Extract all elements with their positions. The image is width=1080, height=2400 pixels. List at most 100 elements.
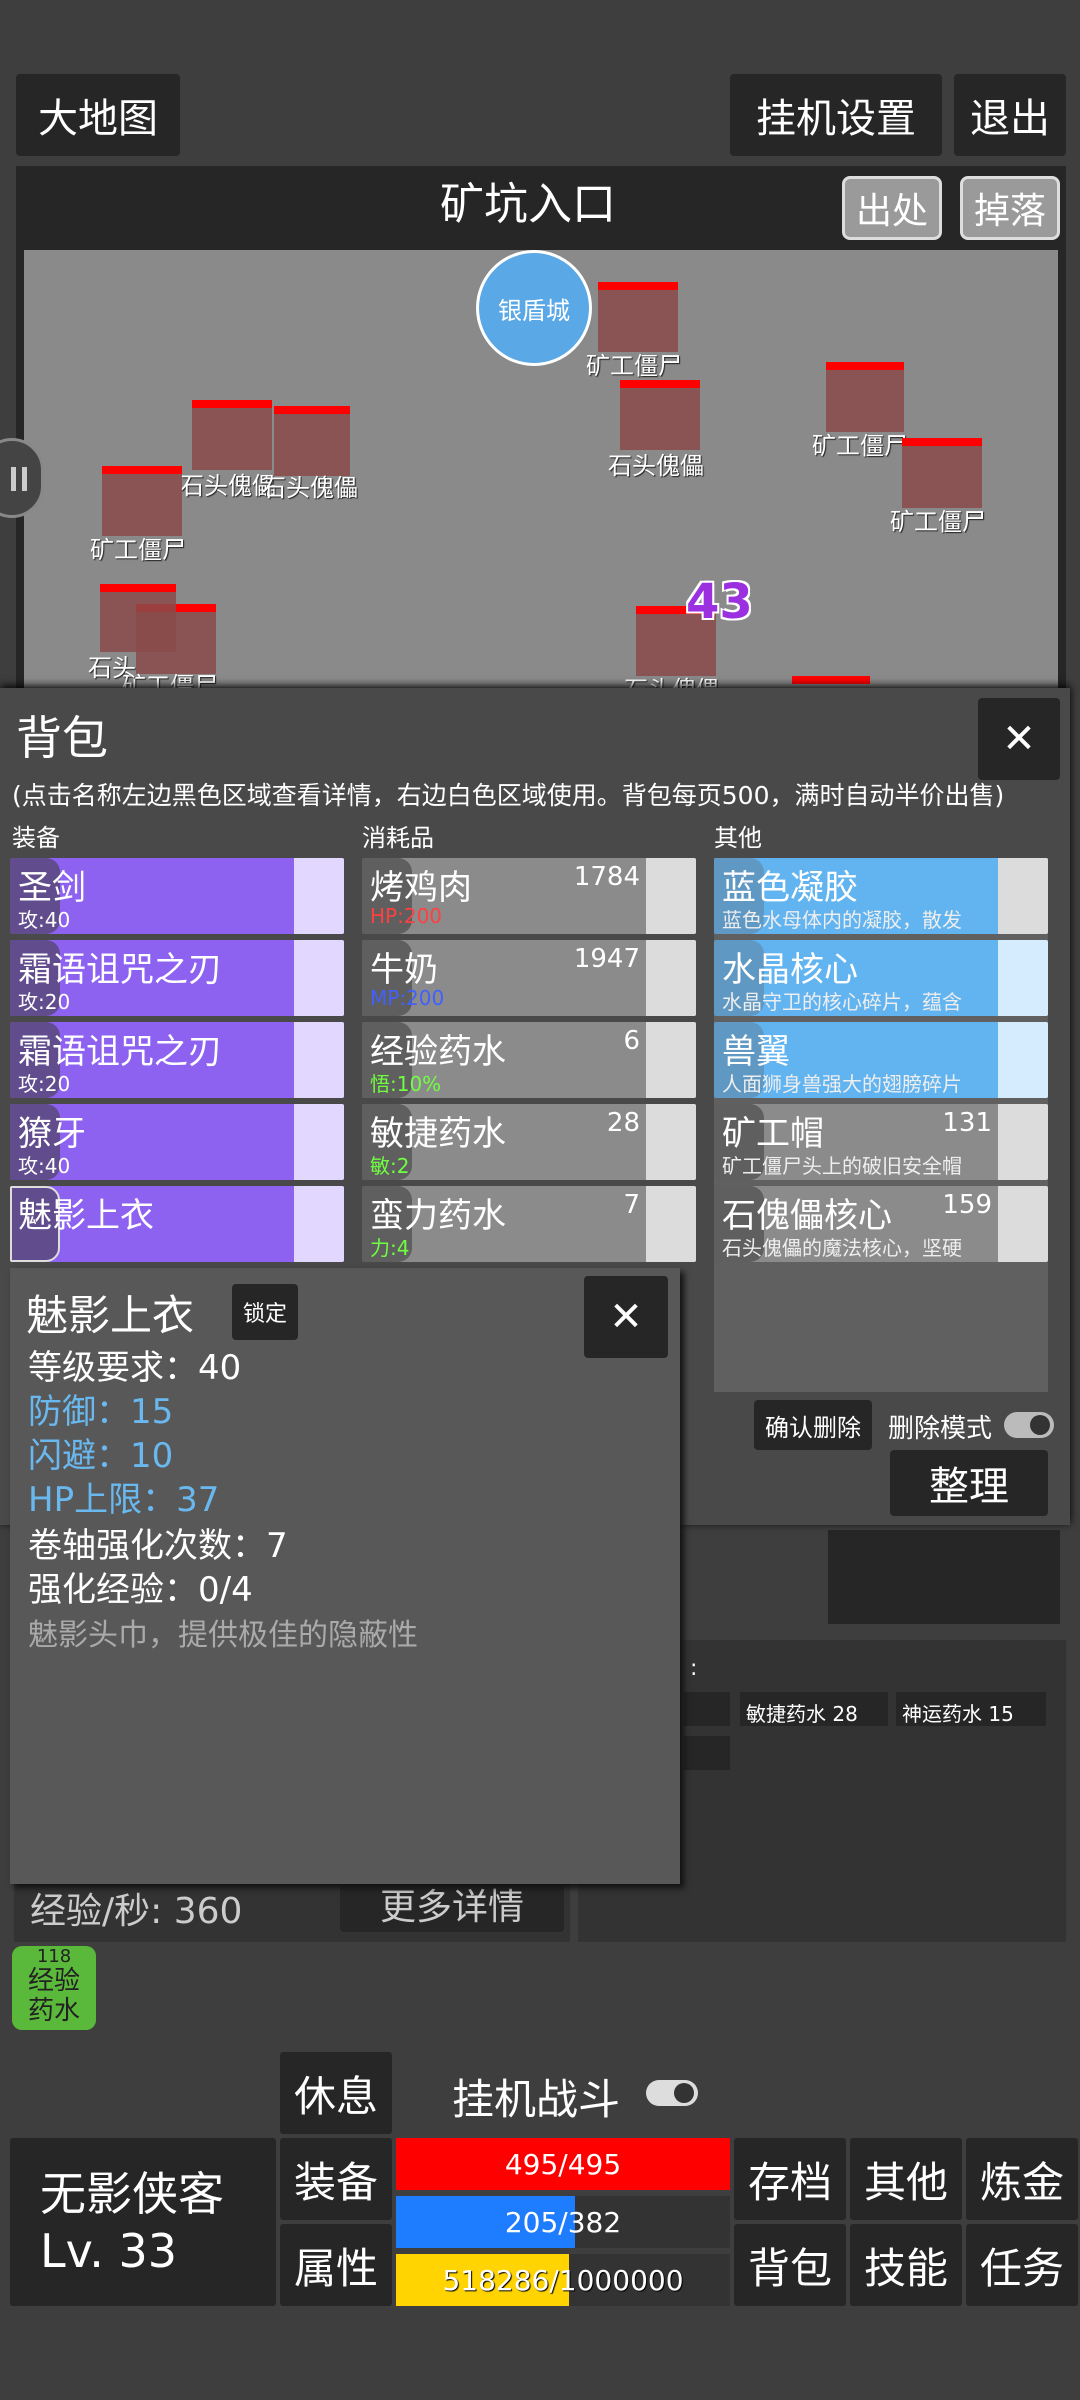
item-use-area[interactable] — [998, 858, 1048, 934]
source-button[interactable]: 出处 — [842, 176, 942, 240]
town-marker[interactable]: 银盾城 — [476, 250, 592, 366]
equip-item[interactable]: 霜语诅咒之刃 攻:20 — [10, 1022, 344, 1098]
buff-name: 经验药水 — [27, 1966, 80, 2026]
consumable-item[interactable]: 敏捷药水 敏:2 28 — [362, 1104, 696, 1180]
bg-drop-item: 神运药水 15 — [896, 1692, 1046, 1726]
item-name: 蓝色凝胶 — [722, 868, 858, 908]
item-stat: 攻:20 — [18, 1072, 71, 1096]
item-use-area[interactable] — [646, 1022, 696, 1098]
equip-button[interactable]: 装备 — [280, 2138, 392, 2220]
bag-button[interactable]: 背包 — [734, 2224, 846, 2306]
toggle-knob — [1030, 1415, 1050, 1435]
equip-item[interactable]: 圣剑 攻:40 — [10, 858, 344, 934]
consumable-item[interactable]: 烤鸡肉 HP:200 1784 — [362, 858, 696, 934]
item-use-area[interactable] — [646, 1104, 696, 1180]
drop-button[interactable]: 掉落 — [960, 176, 1060, 240]
mp-bar: 205/382 — [396, 2196, 730, 2248]
level-requirement: 等级要求：40 — [28, 1348, 242, 1388]
item-name: 经验药水 — [370, 1032, 506, 1072]
item-name: 敏捷药水 — [370, 1114, 506, 1154]
equip-item[interactable]: 獠牙 攻:40 — [10, 1104, 344, 1180]
item-name: 水晶核心 — [722, 950, 858, 990]
bag-hint: (点击名称左边黑色区域查看详情，右边白色区域使用。背包每页500，满时自动半价出… — [12, 781, 1005, 810]
monster-name: 矿工僵尸 — [890, 508, 986, 536]
item-use-area[interactable] — [294, 1022, 344, 1098]
monster-name: 矿工僵尸 — [90, 536, 186, 564]
item-use-area[interactable] — [646, 1186, 696, 1262]
item-use-area[interactable] — [646, 940, 696, 1016]
item-stat: 攻:20 — [18, 990, 71, 1014]
other-item[interactable]: 蓝色凝胶 蓝色水母体内的凝胶，散发 — [714, 858, 1048, 934]
task-button[interactable]: 任务 — [966, 2224, 1078, 2306]
exp-potion-buff[interactable]: 118 经验药水 — [12, 1946, 96, 2030]
detail-close-button[interactable]: ✕ — [584, 1276, 668, 1358]
monster-name: 石头 — [88, 654, 136, 682]
other-item[interactable]: 石傀儡核心 石头傀儡的魔法核心，坚硬 159 — [714, 1186, 1048, 1262]
item-use-area[interactable] — [998, 1022, 1048, 1098]
save-button[interactable]: 存档 — [734, 2138, 846, 2220]
idle-battle-toggle[interactable] — [646, 2080, 698, 2106]
item-desc: 石头傀儡的魔法核心，坚硬 — [722, 1236, 962, 1260]
item-use-area[interactable] — [294, 1186, 344, 1262]
bg-top-right-box — [828, 1530, 1060, 1624]
item-count: 28 — [606, 1108, 640, 1138]
attribute-button[interactable]: 属性 — [280, 2224, 392, 2306]
bag-close-button[interactable]: ✕ — [978, 698, 1060, 780]
item-stat: MP:200 — [370, 986, 445, 1010]
item-use-area[interactable] — [294, 858, 344, 934]
col-other-title: 其他 — [714, 824, 762, 852]
buff-count: 118 — [36, 1946, 72, 1967]
item-name: 霜语诅咒之刃 — [18, 1032, 222, 1072]
confirm-delete-button[interactable]: 确认删除 — [754, 1400, 872, 1450]
other-item[interactable]: 矿工帽 矿工僵尸头上的破旧安全帽 131 — [714, 1104, 1048, 1180]
more-details-button[interactable]: 更多详情 — [340, 1876, 564, 1932]
monster-name: 石头傀儡 — [262, 474, 358, 502]
scroll-enhance-count: 卷轴强化次数：7 — [28, 1526, 288, 1566]
other-button[interactable]: 其他 — [850, 2138, 962, 2220]
item-desc: 蓝色水母体内的凝胶，散发 — [722, 908, 962, 932]
hp-text: 495/495 — [504, 2147, 622, 2181]
item-stat: 悟:10% — [370, 1072, 442, 1096]
skill-button[interactable]: 技能 — [850, 2224, 962, 2306]
lock-button[interactable]: 锁定 — [232, 1284, 298, 1340]
sort-button[interactable]: 整理 — [890, 1450, 1048, 1516]
other-item[interactable]: 兽翼 人面狮身兽强大的翅膀碎片 — [714, 1022, 1048, 1098]
consumable-item[interactable]: 经验药水 悟:10% 6 — [362, 1022, 696, 1098]
item-count: 159 — [942, 1190, 992, 1220]
item-description: 魅影头巾，提供极佳的隐蔽性 — [28, 1618, 418, 1653]
equip-item-selected[interactable]: 魅影上衣 — [10, 1186, 344, 1262]
item-desc: 人面狮身兽强大的翅膀碎片 — [722, 1072, 962, 1096]
item-stat: 力:4 — [370, 1236, 410, 1260]
hp-bar: 495/495 — [396, 2138, 730, 2190]
item-name: 牛奶 — [370, 950, 438, 990]
defense-stat: 防御：15 — [28, 1392, 174, 1432]
bg-drop-item: 敏捷药水 28 — [740, 1692, 888, 1726]
item-stat: HP:200 — [370, 904, 443, 928]
item-stat: 攻:40 — [18, 1154, 71, 1178]
equip-item[interactable]: 霜语诅咒之刃 攻:20 — [10, 940, 344, 1016]
item-count: 131 — [942, 1108, 992, 1138]
exit-button[interactable]: 退出 — [954, 74, 1066, 156]
map-title: 矿坑入口 — [440, 179, 616, 230]
detail-item-name: 魅影上衣 — [26, 1291, 195, 1340]
pause-icon — [11, 467, 27, 491]
item-use-area[interactable] — [998, 1104, 1048, 1180]
close-icon: ✕ — [1002, 716, 1036, 762]
item-use-area[interactable] — [294, 940, 344, 1016]
close-icon: ✕ — [609, 1294, 643, 1340]
bag-title: 背包 — [16, 711, 108, 765]
item-use-area[interactable] — [646, 858, 696, 934]
rest-button[interactable]: 休息 — [280, 2052, 392, 2134]
item-name: 烤鸡肉 — [370, 868, 472, 908]
other-item[interactable]: 水晶核心 水晶守卫的核心碎片，蕴含 — [714, 940, 1048, 1016]
item-use-area[interactable] — [998, 1186, 1048, 1262]
exp-rate-text: 经验/秒: 360 — [30, 1891, 243, 1932]
idle-settings-button[interactable]: 挂机设置 — [730, 74, 942, 156]
item-use-area[interactable] — [998, 940, 1048, 1016]
item-use-area[interactable] — [294, 1104, 344, 1180]
delete-mode-toggle[interactable] — [1004, 1412, 1054, 1438]
consumable-item[interactable]: 牛奶 MP:200 1947 — [362, 940, 696, 1016]
world-map-button[interactable]: 大地图 — [16, 74, 180, 156]
alchemy-button[interactable]: 炼金 — [966, 2138, 1078, 2220]
consumable-item[interactable]: 蛮力药水 力:4 7 — [362, 1186, 696, 1262]
